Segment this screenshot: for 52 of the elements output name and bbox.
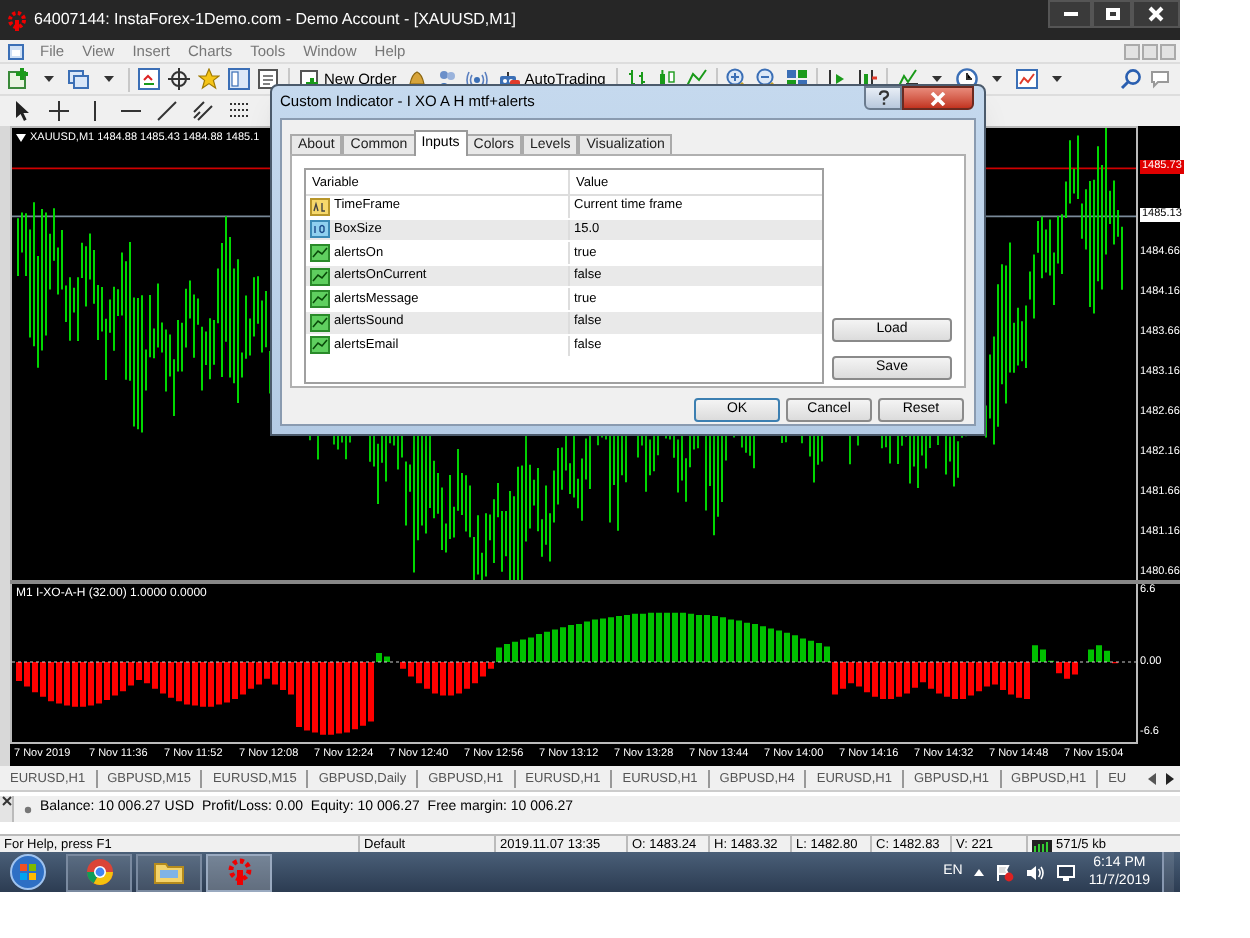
- help-icon: [877, 90, 889, 106]
- zoom-in-icon[interactable]: [725, 68, 748, 90]
- folder-icon: [154, 860, 184, 884]
- help-button[interactable]: [864, 86, 902, 110]
- line-chart-icon[interactable]: [685, 68, 708, 90]
- scroll-left-icon[interactable]: [1146, 771, 1158, 785]
- trend-type-icon: [310, 267, 330, 286]
- profiles-icon[interactable]: [68, 68, 90, 90]
- show-desktop-button[interactable]: [1162, 852, 1174, 892]
- number-type-icon: [310, 220, 330, 239]
- bar-chart-icon[interactable]: [625, 68, 648, 90]
- trend-line-icon[interactable]: [156, 100, 178, 122]
- chart-window-icon[interactable]: [8, 43, 24, 59]
- folder-taskbar-button[interactable]: [136, 853, 202, 891]
- gear-icon: [6, 9, 28, 31]
- text-type-icon: [310, 197, 330, 216]
- terminal-window-icon[interactable]: [228, 68, 250, 90]
- channel-icon[interactable]: [192, 100, 214, 122]
- cursor-icon[interactable]: [12, 100, 34, 122]
- trend-type-icon: [310, 243, 330, 262]
- flag-icon[interactable]: [996, 863, 1015, 881]
- new-chart-icon[interactable]: [8, 68, 30, 90]
- browser-icon: [85, 858, 113, 886]
- terminal-close-strip[interactable]: [0, 796, 14, 822]
- zoom-out-icon[interactable]: [755, 68, 778, 90]
- trend-type-icon: [310, 336, 330, 355]
- crosshair-icon[interactable]: [48, 100, 70, 122]
- crosshair-icon[interactable]: [168, 68, 190, 90]
- dot-icon: [24, 805, 32, 813]
- close-icon: [1148, 6, 1164, 22]
- network-icon[interactable]: [1056, 863, 1077, 881]
- close-button[interactable]: [902, 86, 974, 110]
- maximize-button[interactable]: [1092, 0, 1132, 28]
- scroll-right-icon[interactable]: [1164, 771, 1176, 785]
- trend-type-icon: [310, 313, 330, 332]
- close-icon: [930, 91, 946, 105]
- connection-bars-icon: [1032, 838, 1052, 852]
- collapse-triangle-icon[interactable]: [16, 134, 26, 143]
- trend-type-icon: [310, 290, 330, 309]
- close-button[interactable]: [1132, 0, 1180, 28]
- start-orb-icon[interactable]: [10, 854, 46, 890]
- gear-icon: [225, 858, 253, 886]
- browser-taskbar-button[interactable]: [66, 853, 132, 891]
- trading-app-taskbar-button[interactable]: [206, 853, 272, 891]
- window-title: 64007144: InstaForex-1Demo.com - Demo Account - [XAUUSD,M1]: [34, 8, 516, 32]
- signal-icon[interactable]: [466, 68, 489, 90]
- search-icon[interactable]: [1120, 68, 1142, 90]
- chat-icon[interactable]: [1150, 68, 1172, 90]
- minimize-button[interactable]: [1048, 0, 1092, 28]
- speaker-icon[interactable]: [1026, 863, 1045, 881]
- show-hidden-icons-icon[interactable]: [974, 868, 985, 876]
- candlestick-icon[interactable]: [655, 68, 678, 90]
